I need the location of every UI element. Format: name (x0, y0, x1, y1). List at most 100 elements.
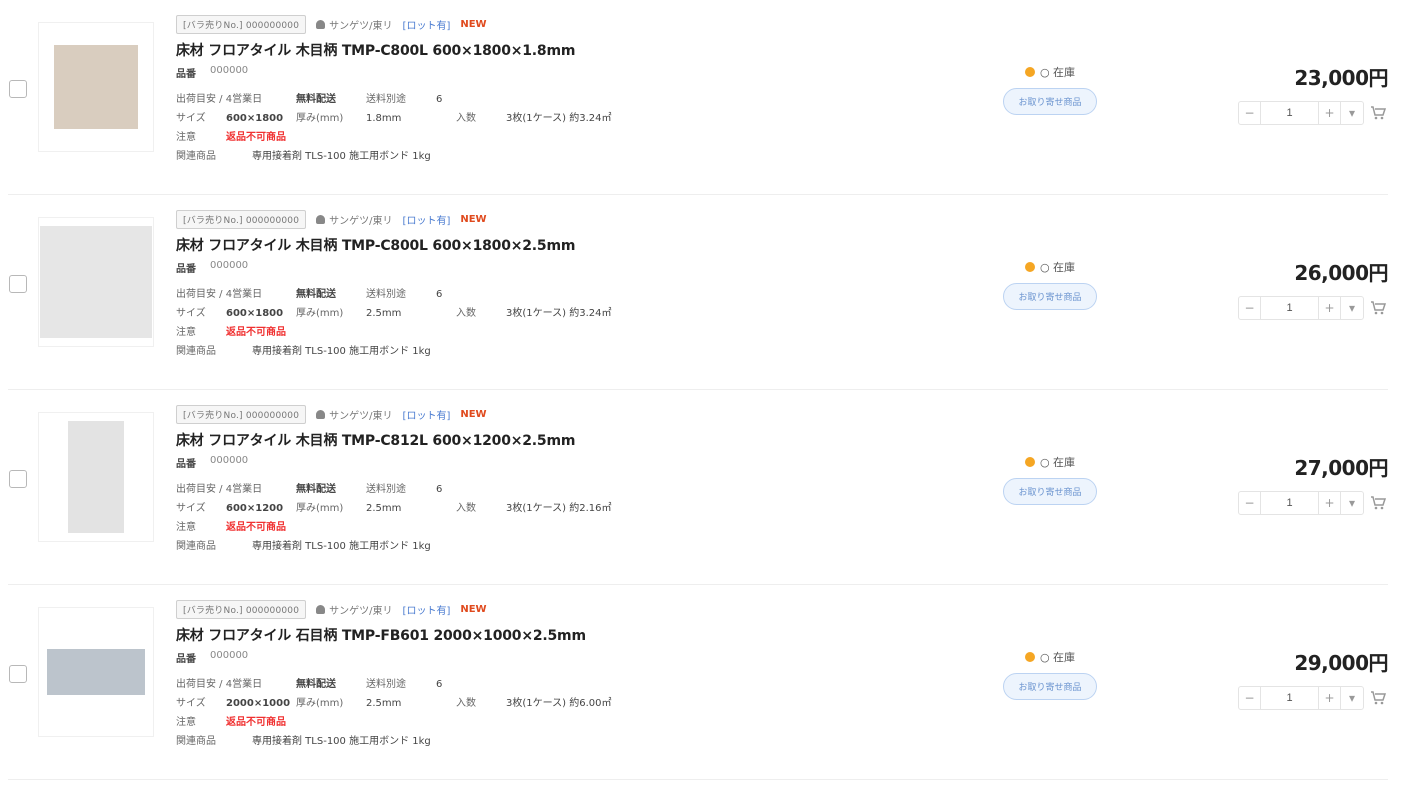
new-badge: NEW (460, 18, 487, 30)
spec-note-label: 注意 (176, 717, 196, 728)
spec-delivery: 無料配送 (296, 289, 336, 300)
spec-note-label: 注意 (176, 327, 196, 338)
add-to-cart-icon[interactable] (1368, 103, 1388, 123)
more-button[interactable]: ▾ (1341, 102, 1363, 124)
maker-label: サンゲツ/東リ (316, 212, 393, 227)
spec-table: 出荷目安 / 4営業日 無料配送 送料別途 6 サイズ 600×1800 厚み(… (176, 90, 696, 166)
product-title[interactable]: 床材 フロアタイル 木目柄 TMP-C800L 600×1800×2.5mm (176, 235, 696, 255)
product-row: [バラ売りNo.] 000000000 サンゲツ/東リ [ロット有] NEW 床… (0, 390, 1408, 585)
product-code: 品番 000000 (176, 455, 696, 470)
spec-qty-value: 3枚(1ケース) 約6.00㎡ (506, 698, 612, 709)
spec-row-size: サイズ 600×1800 厚み(mm) 1.8mm 入数 3枚(1ケース) 約3… (176, 109, 696, 128)
person-icon (316, 604, 326, 614)
stock-label: ○ 在庫 (1039, 66, 1076, 79)
product-code-value: 000000 (210, 650, 249, 661)
quantity-control: − + ▾ (1220, 296, 1388, 320)
spec-thickness-value: 1.8mm (366, 113, 402, 124)
quantity-input[interactable] (1261, 492, 1319, 514)
spec-qty-label: 入数 (456, 503, 476, 514)
spec-delivery: 無料配送 (296, 94, 336, 105)
maker-label: サンゲツ/東リ (316, 602, 393, 617)
increment-button[interactable]: + (1319, 492, 1341, 514)
stock-indicator: ○ 在庫 (990, 259, 1110, 275)
product-title[interactable]: 床材 フロアタイル 石目柄 TMP-FB601 2000×1000×2.5mm (176, 625, 696, 645)
add-to-cart-icon[interactable] (1368, 688, 1388, 708)
spec-fee-value: 6 (436, 484, 443, 495)
spec-size-label: サイズ (176, 308, 206, 319)
decrement-button[interactable]: − (1239, 297, 1261, 319)
select-checkbox[interactable] (9, 470, 27, 488)
price-area: 27,000円 − + ▾ (1220, 452, 1389, 515)
spec-fee-value: 6 (436, 679, 443, 690)
maker-name: サンゲツ/東リ (329, 20, 393, 32)
spec-size-value: 600×1200 (226, 503, 284, 514)
spec-row-shipping: 出荷目安 / 4営業日 無料配送 送料別途 6 (176, 675, 696, 694)
spec-row-shipping: 出荷目安 / 4営業日 無料配送 送料別途 6 (176, 90, 696, 109)
stock-dot-icon (1024, 652, 1035, 662)
more-button[interactable]: ▾ (1341, 297, 1363, 319)
product-info: [バラ売りNo.] 000000000 サンゲツ/東リ [ロット有] NEW 床… (176, 404, 696, 556)
spec-related-value[interactable]: 専用接着剤 TLS-100 施工用ボンド 1kg (252, 732, 431, 751)
quantity-input[interactable] (1261, 687, 1319, 709)
stock-status: ○ 在庫 お取り寄せ商品 (990, 64, 1110, 115)
product-image-link[interactable] (38, 22, 154, 152)
lot-tag-link[interactable]: [ロット有] (403, 212, 451, 227)
increment-button[interactable]: + (1319, 102, 1341, 124)
product-title[interactable]: 床材 フロアタイル 木目柄 TMP-C800L 600×1800×1.8mm (176, 40, 696, 60)
lot-tag-link[interactable]: [ロット有] (403, 407, 451, 422)
lot-code-badge: [バラ売りNo.] 000000000 (176, 599, 307, 619)
decrement-button[interactable]: − (1239, 687, 1261, 709)
maker-name: サンゲツ/東リ (329, 410, 393, 422)
product-code-value: 000000 (210, 260, 249, 271)
product-code-value: 000000 (210, 65, 249, 76)
lot-tag-link[interactable]: [ロット有] (403, 602, 451, 617)
spec-related-value[interactable]: 専用接着剤 TLS-100 施工用ボンド 1kg (252, 342, 431, 361)
add-to-cart-icon[interactable] (1368, 493, 1388, 513)
spec-shipping: 出荷目安 / 4営業日 (176, 289, 263, 300)
spec-size-label: サイズ (176, 698, 206, 709)
spec-row-size: サイズ 2000×1000 厚み(mm) 2.5mm 入数 3枚(1ケース) 約… (176, 694, 696, 713)
spec-thickness-value: 2.5mm (366, 503, 402, 514)
lot-code-badge: [バラ売りNo.] 000000000 (176, 404, 307, 424)
spec-size-value: 600×1800 (226, 308, 284, 319)
spec-shipping: 出荷目安 / 4営業日 (176, 94, 263, 105)
spec-row-related: 関連商品 専用接着剤 TLS-100 施工用ボンド 1kg (176, 537, 696, 556)
stock-status: ○ 在庫 お取り寄せ商品 (990, 649, 1110, 700)
spec-fee-value: 6 (436, 94, 443, 105)
product-info: [バラ売りNo.] 000000000 サンゲツ/東リ [ロット有] NEW 床… (176, 14, 696, 166)
increment-button[interactable]: + (1319, 687, 1341, 709)
spec-thickness-value: 2.5mm (366, 308, 402, 319)
product-title[interactable]: 床材 フロアタイル 木目柄 TMP-C812L 600×1200×2.5mm (176, 430, 696, 450)
decrement-button[interactable]: − (1239, 102, 1261, 124)
select-checkbox[interactable] (9, 275, 27, 293)
spec-related-value[interactable]: 専用接着剤 TLS-100 施工用ボンド 1kg (252, 147, 431, 166)
product-image-link[interactable] (38, 217, 154, 347)
more-button[interactable]: ▾ (1341, 687, 1363, 709)
decrement-button[interactable]: − (1239, 492, 1261, 514)
spec-row-note: 注意 返品不可商品 (176, 713, 696, 732)
return-warning: 返品不可商品 (226, 327, 286, 338)
quantity-input[interactable] (1261, 297, 1319, 319)
price: 27,000円 (1294, 456, 1388, 480)
product-image-link[interactable] (38, 607, 154, 737)
tag-row: [バラ売りNo.] 000000000 サンゲツ/東リ [ロット有] NEW (176, 209, 696, 229)
add-to-cart-icon[interactable] (1368, 298, 1388, 318)
increment-button[interactable]: + (1319, 297, 1341, 319)
product-code-label: 品番 (176, 69, 196, 80)
product-info: [バラ売りNo.] 000000000 サンゲツ/東リ [ロット有] NEW 床… (176, 599, 696, 751)
more-button[interactable]: ▾ (1341, 492, 1363, 514)
select-checkbox[interactable] (9, 665, 27, 683)
spec-shipping: 出荷目安 / 4営業日 (176, 679, 263, 690)
quantity-control: − + ▾ (1220, 491, 1388, 515)
product-image-link[interactable] (38, 412, 154, 542)
spec-size-label: サイズ (176, 503, 206, 514)
product-code: 品番 000000 (176, 65, 696, 80)
spec-thickness-value: 2.5mm (366, 698, 402, 709)
lot-tag-link[interactable]: [ロット有] (403, 17, 451, 32)
select-checkbox[interactable] (9, 80, 27, 98)
spec-row-shipping: 出荷目安 / 4営業日 無料配送 送料別途 6 (176, 285, 696, 304)
product-code-value: 000000 (210, 455, 249, 466)
spec-related-value[interactable]: 専用接着剤 TLS-100 施工用ボンド 1kg (252, 537, 431, 556)
quantity-input[interactable] (1261, 102, 1319, 124)
spec-fee-label: 送料別途 (366, 679, 406, 690)
